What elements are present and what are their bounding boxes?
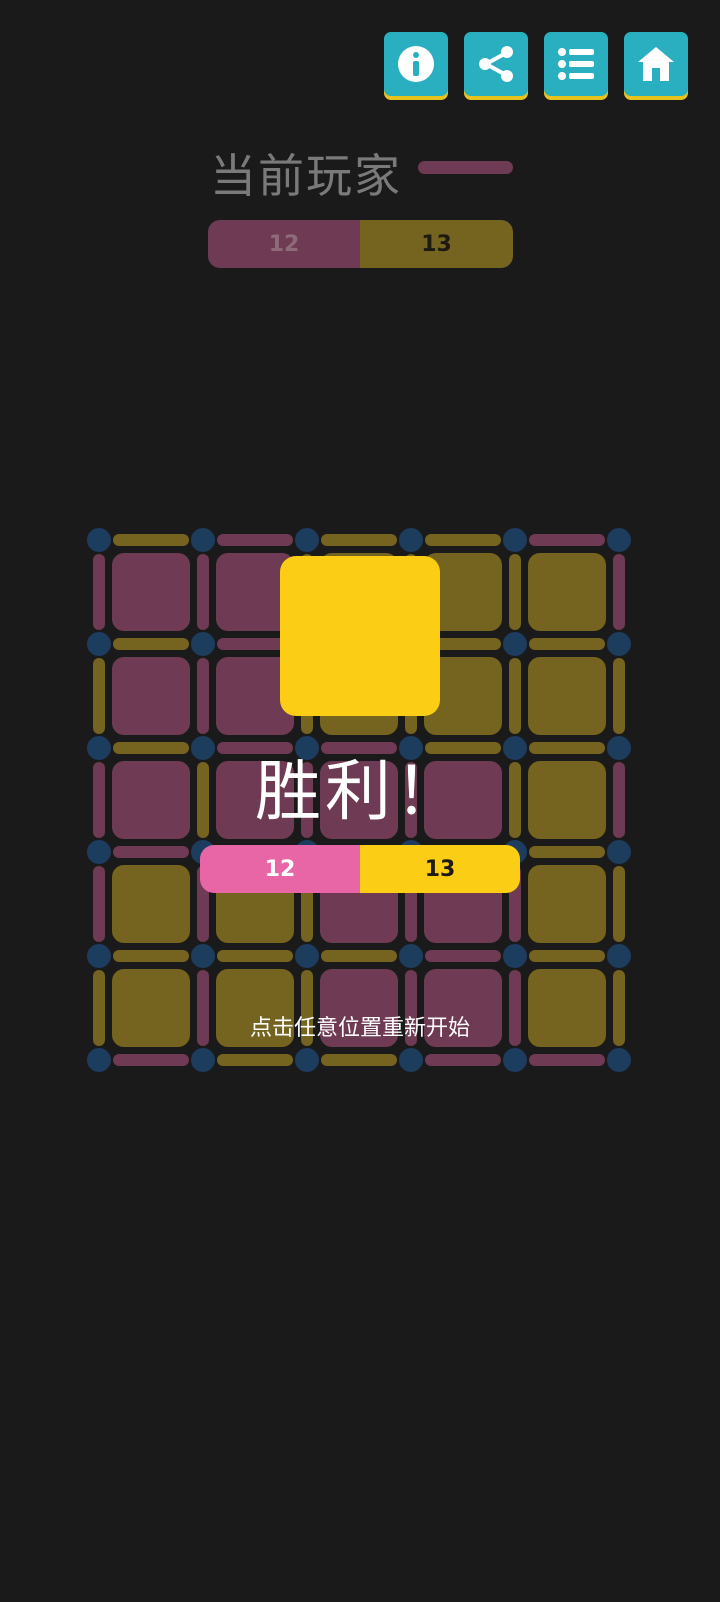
board-dot	[191, 1048, 215, 1072]
final-score-bar: 12 13	[200, 845, 520, 893]
board-cell	[528, 657, 606, 735]
board-dot	[191, 944, 215, 968]
board-line-h[interactable]	[321, 950, 397, 962]
board-dot	[87, 944, 111, 968]
board-dot	[503, 528, 527, 552]
board-line-v[interactable]	[93, 866, 105, 942]
board-line-h[interactable]	[529, 638, 605, 650]
board-cell	[112, 865, 190, 943]
board-dot	[607, 528, 631, 552]
board-line-v[interactable]	[197, 554, 209, 630]
board-line-h[interactable]	[321, 534, 397, 546]
restart-hint[interactable]: 点击任意位置重新开始	[0, 1010, 720, 1042]
board-line-h[interactable]	[529, 1054, 605, 1066]
board-dot	[295, 1048, 319, 1072]
board-line-v[interactable]	[509, 658, 521, 734]
board-dot	[295, 528, 319, 552]
board-line-h[interactable]	[217, 1054, 293, 1066]
board-dot	[607, 1048, 631, 1072]
winner-color-square	[280, 556, 440, 716]
board-dot	[191, 528, 215, 552]
board-dot	[503, 632, 527, 656]
board-line-h[interactable]	[529, 950, 605, 962]
board-line-v[interactable]	[613, 866, 625, 942]
board-line-h[interactable]	[425, 950, 501, 962]
board-line-v[interactable]	[197, 658, 209, 734]
board-line-h[interactable]	[425, 534, 501, 546]
victory-text: 胜利！	[255, 753, 465, 830]
final-player2-score: 13	[360, 845, 520, 893]
board-dot	[607, 944, 631, 968]
board-dot	[399, 1048, 423, 1072]
board-cell	[112, 657, 190, 735]
board-line-h[interactable]	[217, 950, 293, 962]
board-dot	[87, 1048, 111, 1072]
board-line-v[interactable]	[613, 658, 625, 734]
board-cell	[112, 553, 190, 631]
board-line-h[interactable]	[113, 534, 189, 546]
board-dot	[87, 840, 111, 864]
board-line-v[interactable]	[509, 554, 521, 630]
board-dot	[399, 528, 423, 552]
board-line-h[interactable]	[113, 638, 189, 650]
board-dot	[399, 944, 423, 968]
board-cell	[528, 865, 606, 943]
board-dot	[503, 944, 527, 968]
board-line-h[interactable]	[217, 534, 293, 546]
board-line-h[interactable]	[321, 1054, 397, 1066]
board-dot	[503, 1048, 527, 1072]
board-line-h[interactable]	[113, 950, 189, 962]
board-line-v[interactable]	[93, 658, 105, 734]
board-line-h[interactable]	[529, 846, 605, 858]
board-dot	[87, 528, 111, 552]
board-line-h[interactable]	[425, 1054, 501, 1066]
final-player1-score: 12	[200, 845, 360, 893]
board-line-v[interactable]	[93, 554, 105, 630]
board-line-v[interactable]	[613, 554, 625, 630]
board-cell	[528, 553, 606, 631]
board-dot	[295, 944, 319, 968]
board-dot	[607, 840, 631, 864]
board-line-h[interactable]	[529, 534, 605, 546]
board-line-h[interactable]	[113, 846, 189, 858]
board-dot	[191, 632, 215, 656]
board-line-h[interactable]	[113, 1054, 189, 1066]
board-dot	[607, 632, 631, 656]
board-dot	[87, 632, 111, 656]
